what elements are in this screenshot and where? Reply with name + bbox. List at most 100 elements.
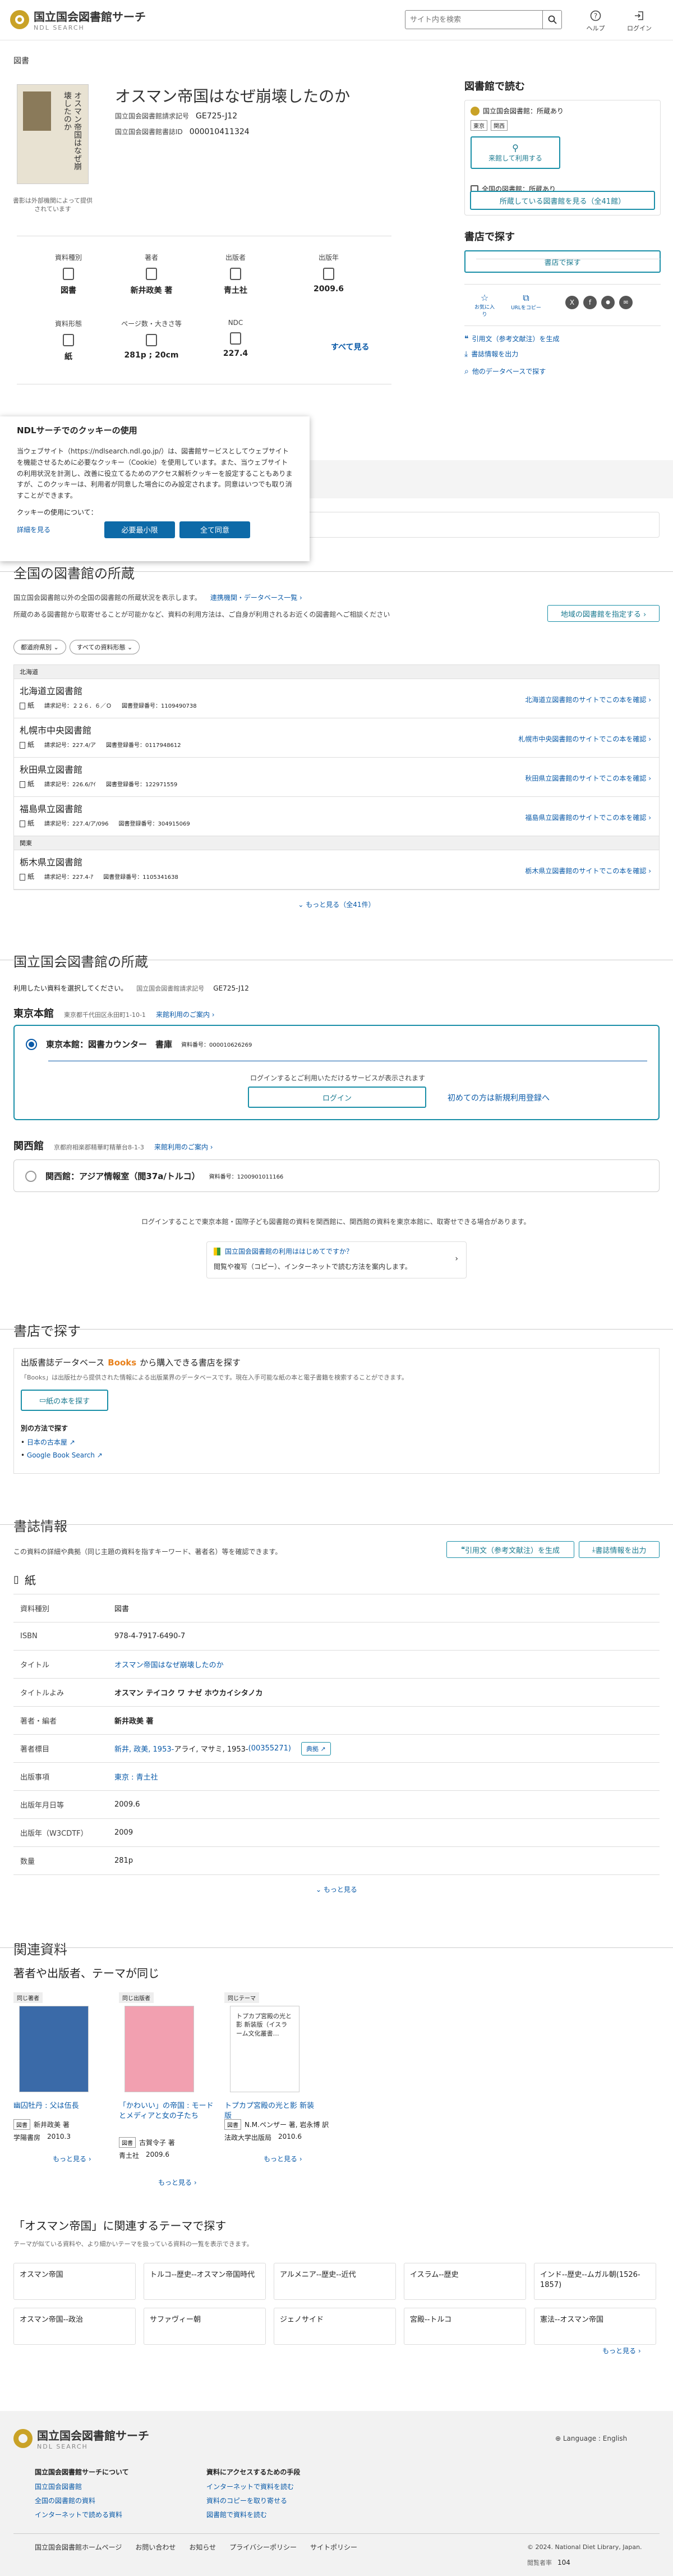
buy-button[interactable]: 書店で探す	[464, 250, 661, 273]
related-cover[interactable]	[19, 2006, 89, 2092]
related-title[interactable]: トプカプ宮殿の光と影 新装版	[224, 2101, 320, 2121]
related-more-link[interactable]: もっと見る	[158, 2178, 197, 2187]
copy-url-button[interactable]: ⧉ URLをコピー	[509, 292, 543, 311]
footer-about-link[interactable]: 全国の図書館の資料	[35, 2496, 122, 2505]
biblio-value[interactable]: オスマン帝国はなぜ崩壊したのか	[114, 1659, 224, 1670]
biblio-more-link[interactable]: ⌄ もっと見る	[0, 1885, 673, 1894]
theme-item[interactable]: 憲法--オスマン帝国	[534, 2308, 656, 2345]
footer-logo[interactable]: 国立国会図書館サーチ NDL SEARCH	[13, 2427, 149, 2450]
library-site-link[interactable]: 栃木県立図書館のサイトでこの本を確認	[525, 866, 651, 876]
theme-item[interactable]: イスラム--歴史	[404, 2263, 526, 2300]
kansai-guide-link[interactable]: 来館利用のご案内	[154, 1142, 213, 1152]
library-site-link[interactable]: 福島県立図書館のサイトでこの本を確認	[525, 813, 651, 822]
cookie-essential-button[interactable]: 必要最小限	[104, 521, 176, 538]
theme-item[interactable]: オスマン帝国--政治	[13, 2308, 136, 2345]
cookie-more-link[interactable]: 詳細を見る	[17, 525, 50, 534]
theme-item[interactable]: ジェノサイド	[274, 2308, 396, 2345]
ndl-call-no: GE725-J12	[213, 984, 249, 992]
kosho-link[interactable]: • 日本の古本屋 ↗	[21, 1437, 652, 1447]
footer-about-link[interactable]: インターネットで読める資料	[35, 2510, 122, 2519]
cite-link[interactable]: ❝ 引用文（参考文献注）を生成	[464, 334, 661, 343]
biblio-export-button[interactable]: ⤓ 書誌情報を出力	[579, 1541, 660, 1558]
type-filter[interactable]: すべての資料形態 ⌄	[69, 640, 140, 654]
biblio-value[interactable]: 東京 : 青土社	[114, 1771, 158, 1782]
search-button[interactable]	[542, 11, 561, 29]
export-link[interactable]: ⤓ 書誌情報を出力	[464, 349, 661, 359]
google-books-link[interactable]: • Google Book Search ↗	[21, 1451, 652, 1459]
biblio-authority-id[interactable]: (00355271)	[248, 1744, 291, 1753]
tokyo-item-card[interactable]: 東京本館：図書カウンター 書庫 資料番号：000010626269 ログインする…	[13, 1025, 660, 1120]
related-more-link[interactable]: もっと見る	[264, 2154, 302, 2164]
register-link[interactable]: 初めての方は新規利用登録へ	[448, 1092, 550, 1103]
biblio-id-label: 国立国会図書館書誌ID	[115, 128, 183, 136]
biblio-row: ISBN 978-4-7917-6490-7	[13, 1622, 660, 1651]
first-time-desc: 閲覧や複写（コピー）、インターネットで読む方法を案内します。	[214, 1263, 412, 1271]
visit-button[interactable]: ⚲ 来館して利用する	[471, 136, 560, 169]
related-title[interactable]: 幽囚牡丹 : 父は伍長	[13, 2101, 109, 2111]
line-share-icon[interactable]: ●	[601, 296, 615, 309]
footer-logo-main: 国立国会図書館サーチ	[37, 2429, 149, 2442]
kansai-item-card[interactable]: 関西館：アジア情報室（閲37a/トルコ） 資料番号：1200901011166	[13, 1159, 660, 1192]
footer-access-link[interactable]: インターネットで資料を読む	[206, 2482, 294, 2491]
region-button[interactable]: 地域の図書館を指定する	[547, 605, 660, 622]
theme-item[interactable]: オスマン帝国	[13, 2263, 136, 2300]
related-more-link[interactable]: もっと見る	[53, 2154, 91, 2164]
tokyo-login-button[interactable]: ログイン	[248, 1087, 426, 1108]
bookstore-lead-b: から購入できる書店を探す	[140, 1358, 241, 1368]
library-site-link[interactable]: 秋田県立図書館のサイトでこの本を確認	[525, 773, 651, 783]
facebook-share-icon[interactable]: f	[583, 296, 597, 309]
biblio-value[interactable]: 新井, 政美, 1953-	[114, 1743, 174, 1754]
tokyo-radio[interactable]	[26, 1038, 37, 1050]
language-link[interactable]: ⊕ Language : English	[555, 2435, 627, 2442]
related-title[interactable]: 「かわいい」の帝国 : モードとメディアと女の子たち	[119, 2101, 214, 2121]
theme-item[interactable]: 宮殿--トルコ	[404, 2308, 526, 2345]
favorite-button[interactable]: ☆ お気に入り	[473, 292, 496, 318]
all-holdings-button[interactable]: 所蔵している図書館を見る（全41館）	[470, 191, 655, 210]
facets-more-link[interactable]: すべて見る	[331, 341, 369, 352]
first-time-card[interactable]: 国立国会図書館の利用ははじめてですか？ 閲覧や複写（コピー）、インターネットで読…	[206, 1241, 467, 1278]
footer-bottom-link[interactable]: サイトポリシー	[310, 2542, 357, 2552]
library-form: 紙	[20, 818, 34, 828]
footer-bottom-link[interactable]: プライバシーポリシー	[229, 2542, 297, 2552]
theme-item[interactable]: トルコ--歴史--オスマン帝国時代	[144, 2263, 266, 2300]
login-link[interactable]: ログイン	[623, 10, 656, 33]
tokyo-guide-link[interactable]: 来館利用のご案内	[156, 1010, 215, 1019]
facet-3: 出版年 2009.6	[295, 253, 362, 294]
login-icon	[635, 11, 643, 20]
mail-share-icon[interactable]: ✉	[619, 296, 633, 309]
footer-bottom-link[interactable]: お知らせ	[189, 2542, 216, 2552]
library-site-link[interactable]: 札幌市中央図書館のサイトでこの本を確認	[518, 734, 651, 744]
footer-about-link[interactable]: 国立国会図書館	[35, 2482, 122, 2491]
biblio-export-label: 書誌情報を出力	[595, 1546, 647, 1555]
related-head: 同じ出版者	[119, 1992, 154, 2003]
theme-item[interactable]: サファヴィー朝	[144, 2308, 266, 2345]
theme-item[interactable]: アルメニア--歴史--近代	[274, 2263, 396, 2300]
footer-access-link[interactable]: 図書館で資料を読む	[206, 2510, 294, 2519]
national-more-link[interactable]: ⌄ もっと見る（全41件）	[0, 900, 673, 909]
footer-access-link[interactable]: 資料のコピーを取り寄せる	[206, 2496, 294, 2505]
theme-item[interactable]: インド--歴史--ムガル朝(1526-1857)	[534, 2263, 656, 2300]
kansai-radio[interactable]	[25, 1170, 36, 1182]
logo[interactable]: 国立国会図書館サーチ NDL SEARCH	[10, 8, 146, 31]
paper-book-button[interactable]: ▭ 紙の本を探す	[21, 1390, 108, 1411]
themes-more-link[interactable]: もっと見る ›	[602, 2346, 641, 2355]
search-input[interactable]	[405, 11, 542, 29]
related-cover[interactable]: トプカプ宮殿の光と影 新装版（イスラーム文化叢書…	[230, 2006, 299, 2092]
authority-badge[interactable]: 典拠 ↗	[301, 1741, 331, 1755]
library-site-link[interactable]: 北海道立図書館のサイトでこの本を確認	[525, 695, 651, 704]
x-share-icon[interactable]: X	[565, 296, 579, 309]
footer-bottom-link[interactable]: お問い合わせ	[135, 2542, 176, 2552]
facet-label: NDC	[228, 319, 243, 327]
other-db-link[interactable]: ⌕ 他のデータベースで探す	[464, 366, 661, 376]
all-holdings-button-label: 所蔵している図書館を見る（全41館）	[499, 197, 626, 206]
cooperating-link[interactable]: 連携機関・データベース一覧	[210, 593, 302, 602]
biblio-cite-button[interactable]: ❝ 引用文（参考文献注）を生成	[446, 1541, 574, 1558]
related-cover[interactable]	[125, 2006, 194, 2092]
copy-icon: ⧉	[523, 292, 529, 303]
related-year: 2009.6	[146, 2151, 170, 2158]
help-link[interactable]: ? ヘルプ	[579, 10, 612, 33]
footer-bottom-link[interactable]: 国立国会図書館ホームページ	[35, 2542, 122, 2552]
cookie-accept-button[interactable]: 全て同意	[179, 521, 251, 538]
pref-filter[interactable]: 都道府県別 ⌄	[13, 640, 66, 654]
facet-1: 著者 新井政美 著	[118, 253, 185, 296]
